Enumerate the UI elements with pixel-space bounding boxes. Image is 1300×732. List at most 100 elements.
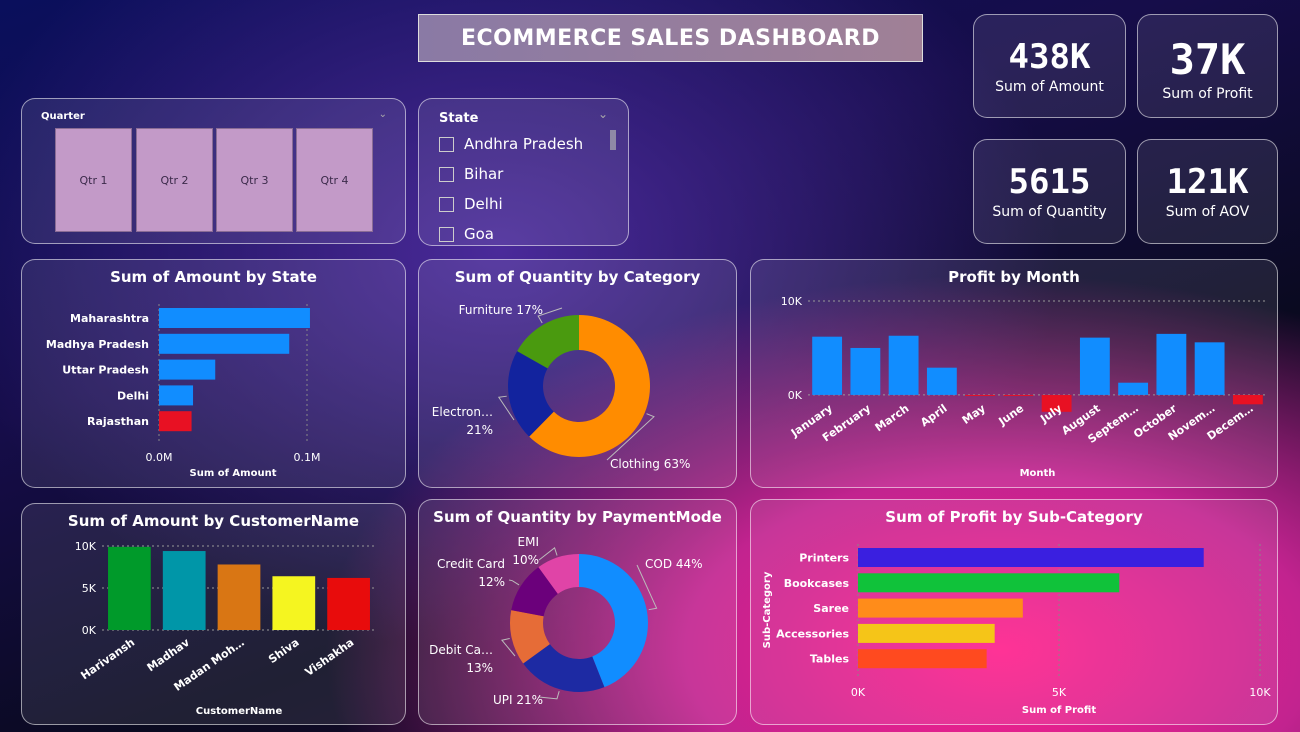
chart-svg: 0K 5K 10K Printers Bookcases Saree Accessories…: [762, 544, 1271, 716]
tick-label: 0.1M: [294, 451, 321, 464]
category-label: Vishakha: [303, 636, 357, 679]
chart-quantity-by-category: Sum of Quantity by Category Clothing 63%…: [418, 259, 737, 488]
state-slicer: State ⌄ Andhra Pradesh Bihar Delhi Goa: [418, 98, 629, 246]
quarter-option[interactable]: Qtr 1: [55, 128, 132, 232]
chart-amount-by-state: Sum of Amount by State 0.0M 0.1M Maharasht…: [21, 259, 406, 488]
x-axis-label: Sum of Profit: [1022, 705, 1096, 716]
chart-svg: 0K10KJanuaryFebruary March April May June Jul…: [781, 295, 1267, 479]
state-option-label: Bihar: [464, 165, 504, 183]
category-label: Madhav: [145, 635, 193, 674]
chart-svg: COD 44% UPI 21% Debit Ca… 13% Credit Card 12%…: [429, 535, 703, 707]
quarter-slicer: Quarter ⌄ Qtr 1 Qtr 2 Qtr 3 Qtr 4: [21, 98, 406, 244]
chevron-down-icon[interactable]: ⌄: [598, 107, 608, 121]
x-axis-label: Month: [1020, 468, 1056, 479]
category-label: Maharashtra: [70, 312, 149, 325]
quarter-option[interactable]: Qtr 4: [296, 128, 373, 232]
bar: [108, 546, 151, 630]
kpi-label: Sum of Amount: [995, 79, 1104, 95]
category-label: Saree: [813, 602, 849, 615]
category-label: Madhya Pradesh: [46, 338, 149, 351]
y-axis-label: Sub-Category: [762, 571, 773, 648]
leader-line: [538, 547, 558, 561]
bar: [858, 649, 987, 669]
bar: [1079, 337, 1110, 395]
state-option[interactable]: Andhra Pradesh: [439, 135, 583, 153]
bar: [850, 347, 881, 395]
checkbox[interactable]: [439, 226, 454, 242]
kpi-label: Sum of Profit: [1162, 86, 1253, 102]
kpi-value: 438K: [1008, 37, 1091, 77]
slice-label: Clothing 63%: [610, 457, 690, 471]
quarter-option[interactable]: Qtr 2: [136, 128, 213, 232]
category-label: Printers: [799, 552, 849, 565]
slice-label: Debit Ca…: [429, 643, 493, 657]
quarter-option[interactable]: Qtr 3: [216, 128, 293, 232]
category-label: Harivansh: [78, 636, 137, 683]
bar: [272, 576, 316, 630]
kpi-value: 5615: [1008, 162, 1091, 202]
kpi-value: 37K: [1169, 35, 1246, 84]
tick-label: 5K: [82, 582, 97, 595]
checkbox[interactable]: [439, 136, 454, 152]
x-axis-label: Sum of Amount: [190, 468, 277, 479]
tick-label: 10K: [1249, 686, 1271, 699]
slice-label: Electron…: [432, 405, 493, 419]
bar: [1118, 382, 1149, 395]
slice-label: COD 44%: [645, 557, 703, 571]
chart-svg: 0K5K10KHarivansh MadhavMadan Moh… Shiva Vis…: [75, 540, 376, 717]
category-label: Uttar Pradesh: [62, 364, 149, 377]
tick-label: 5K: [1052, 686, 1067, 699]
bar: [327, 577, 370, 630]
bar: [162, 551, 206, 630]
category-label: June: [996, 402, 1027, 429]
bar: [812, 336, 843, 395]
chart-svg: 0.0M 0.1M Maharashtra Madhya Pradesh Uttar P…: [46, 304, 321, 479]
category-label: Delhi: [117, 389, 149, 402]
category-label: March: [873, 402, 912, 435]
bar: [159, 411, 192, 432]
kpi-card-aov: 121K Sum of AOV: [1137, 139, 1278, 244]
tick-label: 0K: [82, 624, 97, 637]
slice-label: Credit Card: [437, 557, 505, 571]
bar: [858, 623, 995, 643]
scrollbar[interactable]: [610, 130, 616, 150]
state-option[interactable]: Bihar: [439, 165, 503, 183]
quarter-slicer-label: Quarter: [41, 111, 85, 122]
tick-label: 10K: [781, 295, 803, 308]
state-slicer-label: State: [439, 111, 479, 126]
checkbox[interactable]: [439, 166, 454, 182]
checkbox[interactable]: [439, 196, 454, 212]
bar: [1194, 342, 1225, 395]
state-option-label: Goa: [464, 225, 494, 243]
tick-label: 10K: [75, 540, 97, 553]
tick-label: 0K: [788, 389, 803, 402]
state-option[interactable]: Delhi: [439, 195, 503, 213]
category-label: Accessories: [776, 627, 849, 640]
bar: [858, 548, 1204, 567]
slice-label: 10%: [512, 553, 539, 567]
dashboard-title: ECOMMERCE SALES DASHBOARD: [418, 14, 923, 62]
x-axis-label: CustomerName: [196, 706, 283, 717]
slice-label: Furniture 17%: [459, 303, 543, 317]
bar: [159, 385, 194, 406]
category-label: April: [918, 402, 950, 429]
kpi-label: Sum of AOV: [1165, 204, 1250, 220]
category-label: Rajasthan: [87, 415, 149, 428]
slice-label: 21%: [466, 423, 493, 437]
chevron-down-icon[interactable]: ⌄: [379, 109, 387, 120]
bar: [159, 308, 310, 328]
chart-amount-by-customer: Sum of Amount by CustomerName 0K 5K 10K Har…: [21, 503, 406, 725]
bar: [1156, 333, 1187, 395]
leader-line: [508, 579, 520, 586]
state-option-label: Delhi: [464, 195, 503, 213]
category-label: Tables: [810, 653, 850, 666]
kpi-card-quantity: 5615 Sum of Quantity: [973, 139, 1126, 244]
bar: [1003, 394, 1034, 396]
kpi-card-amount: 438K Sum of Amount: [973, 14, 1126, 118]
chart-profit-by-month: Profit by Month 0K 10K January February Marc…: [750, 259, 1278, 488]
category-label: Shiva: [266, 636, 301, 666]
chart-quantity-by-paymentmode: Sum of Quantity by PaymentMode COD 44% UP…: [418, 499, 737, 725]
slice-label: UPI 21%: [493, 693, 543, 707]
kpi-label: Sum of Quantity: [992, 204, 1107, 220]
state-option[interactable]: Goa: [439, 225, 494, 243]
